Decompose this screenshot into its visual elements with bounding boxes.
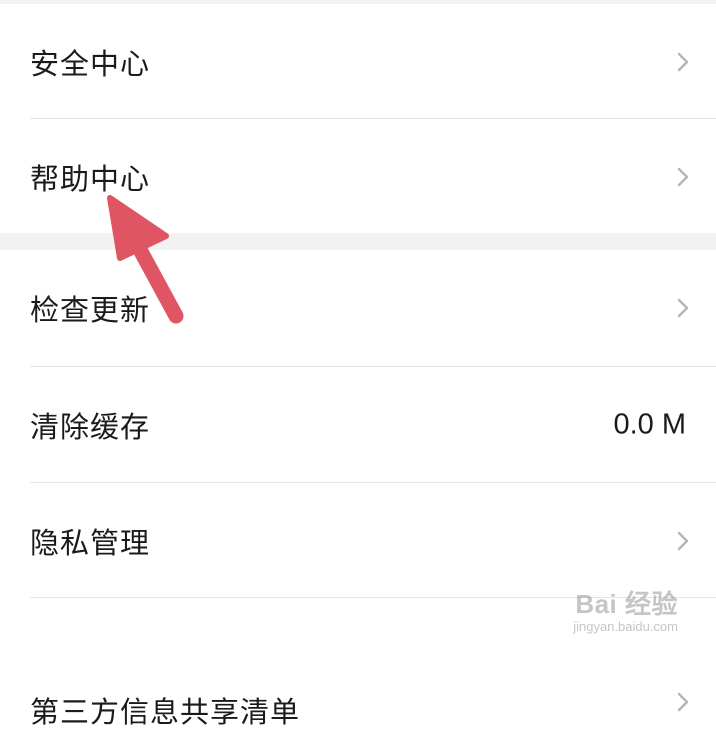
settings-row-label: 隐私管理 — [30, 525, 151, 560]
settings-row-security-center[interactable]: 安全中心 — [0, 4, 716, 119]
chevron-right-icon — [677, 298, 689, 317]
settings-row-label: 第三方信息共享清单 — [30, 695, 301, 729]
settings-row-label: 检查更新 — [30, 292, 151, 327]
settings-row-check-update[interactable]: 检查更新 — [0, 250, 716, 365]
chevron-right-icon — [677, 167, 689, 186]
section-gap — [0, 233, 716, 250]
cache-size-value: 0.0 M — [613, 408, 686, 440]
chevron-right-icon — [677, 692, 689, 712]
settings-row-third-party-sharing[interactable]: 第三方信息共享清单 — [0, 598, 716, 729]
settings-row-help-center[interactable]: 帮助中心 — [0, 119, 716, 234]
chevron-right-icon — [677, 531, 689, 550]
settings-row-privacy-management[interactable]: 隐私管理 — [0, 483, 716, 598]
settings-row-label: 清除缓存 — [30, 409, 151, 444]
settings-row-label: 帮助中心 — [30, 161, 151, 196]
settings-row-clear-cache[interactable]: 清除缓存 0.0 M — [0, 367, 716, 482]
chevron-right-icon — [677, 52, 689, 71]
settings-row-label: 安全中心 — [30, 46, 151, 81]
